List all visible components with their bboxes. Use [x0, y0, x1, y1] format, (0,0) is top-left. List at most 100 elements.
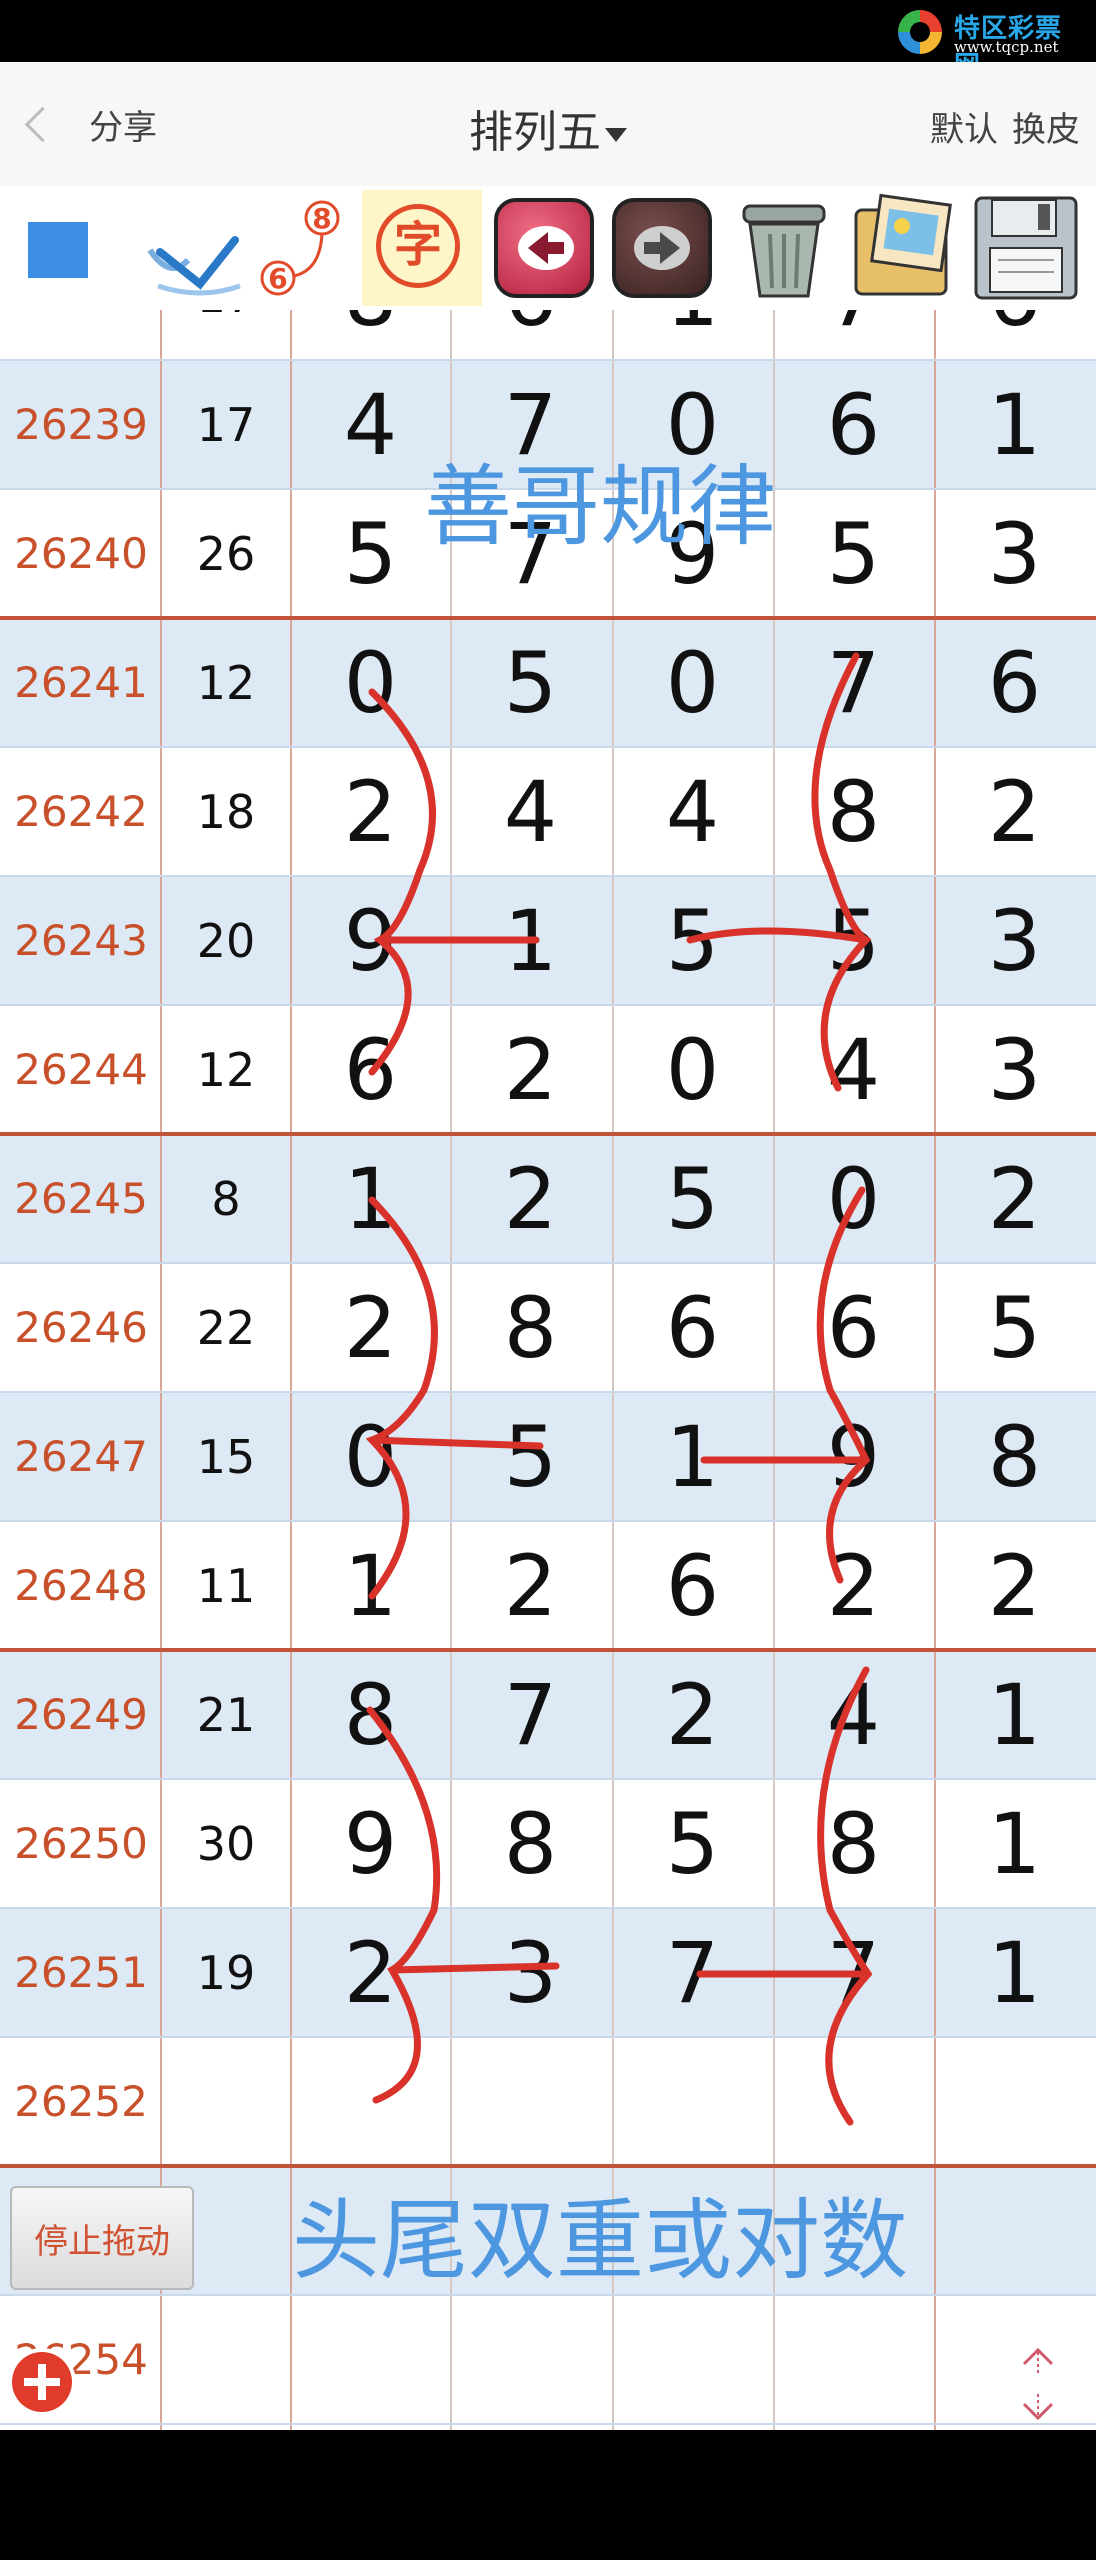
add-icon[interactable]: [12, 2352, 72, 2412]
draw-digit[interactable]: 2: [450, 1005, 611, 1134]
draw-digit[interactable]: 5: [450, 618, 611, 747]
draw-digit[interactable]: 2: [450, 1521, 611, 1650]
draw-digit[interactable]: 5: [450, 1392, 611, 1521]
table-row[interactable]: 26244 12 6 2 0 4 3: [0, 1005, 1096, 1134]
default-button[interactable]: 默认: [930, 110, 998, 150]
pen-icon[interactable]: [140, 190, 250, 306]
draw-digit[interactable]: 2: [290, 1908, 451, 2037]
draw-digit[interactable]: 1: [290, 1521, 451, 1650]
table-row[interactable]: 26254: [0, 2295, 1096, 2424]
draw-digit[interactable]: 2: [934, 1134, 1095, 1263]
draw-digit[interactable]: 4: [290, 360, 451, 489]
draw-digit[interactable]: [290, 2037, 451, 2166]
draw-digit[interactable]: 0: [612, 1005, 773, 1134]
draw-digit[interactable]: 2: [934, 747, 1095, 876]
draw-digit[interactable]: 6: [612, 1263, 773, 1392]
draw-digit[interactable]: [934, 2295, 1095, 2424]
table-row[interactable]: 26249 21 8 7 2 4 1: [0, 1650, 1096, 1779]
draw-digit[interactable]: 1: [934, 1650, 1095, 1779]
draw-digit[interactable]: 2: [773, 1521, 934, 1650]
draw-digit[interactable]: 1: [934, 1908, 1095, 2037]
draw-digit[interactable]: [612, 2037, 773, 2166]
draw-digit[interactable]: 7: [773, 618, 934, 747]
draw-digit[interactable]: 8: [290, 310, 451, 360]
table-row[interactable]: 26243 20 9 1 5 5 3: [0, 876, 1096, 1005]
draw-digit[interactable]: 9: [612, 489, 773, 618]
table-row[interactable]: 26247 15 0 5 1 9 8: [0, 1392, 1096, 1521]
draw-digit[interactable]: 7: [450, 360, 611, 489]
undo-icon[interactable]: [494, 198, 594, 298]
draw-digit[interactable]: 5: [773, 489, 934, 618]
draw-digit[interactable]: 2: [934, 1521, 1095, 1650]
draw-digit[interactable]: 3: [450, 1908, 611, 2037]
draw-digit[interactable]: 5: [290, 489, 451, 618]
draw-digit[interactable]: 8: [450, 1779, 611, 1908]
redo-icon[interactable]: [612, 198, 712, 298]
draw-digit[interactable]: 1: [450, 876, 611, 1005]
draw-digit[interactable]: 1: [290, 1134, 451, 1263]
draw-digit[interactable]: [773, 2295, 934, 2424]
draw-digit[interactable]: 3: [934, 489, 1095, 618]
table-row[interactable]: 26246 22 2 8 6 6 5: [0, 1263, 1096, 1392]
table-row[interactable]: 26240 26 5 7 9 5 3: [0, 489, 1096, 618]
char-icon[interactable]: 字: [362, 190, 482, 306]
draw-digit[interactable]: 8: [934, 1392, 1095, 1521]
number-link-icon[interactable]: 8 6: [250, 190, 350, 306]
draw-digit[interactable]: 4: [612, 747, 773, 876]
draw-digit[interactable]: 5: [934, 1263, 1095, 1392]
draw-digit[interactable]: 3: [934, 1005, 1095, 1134]
draw-digit[interactable]: 7: [450, 489, 611, 618]
draw-digit[interactable]: [934, 2037, 1095, 2166]
draw-digit[interactable]: [290, 2166, 451, 2295]
share-back-button[interactable]: 分享: [24, 92, 157, 156]
draw-digit[interactable]: [450, 2166, 611, 2295]
draw-digit[interactable]: 5: [773, 876, 934, 1005]
draw-digit[interactable]: 0: [773, 1134, 934, 1263]
draw-digit[interactable]: 6: [773, 1263, 934, 1392]
draw-digit[interactable]: 7: [612, 1908, 773, 2037]
draw-digit[interactable]: 1: [612, 1392, 773, 1521]
draw-digit[interactable]: 6: [290, 1005, 451, 1134]
draw-digit[interactable]: 9: [773, 1392, 934, 1521]
draw-digit[interactable]: [773, 2166, 934, 2295]
table-row[interactable]: 26252: [0, 2037, 1096, 2166]
table-row[interactable]: 26248 11 1 2 6 2 2: [0, 1521, 1096, 1650]
draw-digit[interactable]: 7: [450, 1650, 611, 1779]
draw-digit[interactable]: 6: [450, 310, 611, 360]
draw-digit[interactable]: 3: [934, 876, 1095, 1005]
save-icon[interactable]: [968, 190, 1084, 306]
draw-digit[interactable]: 5: [612, 1134, 773, 1263]
draw-digit[interactable]: 0: [290, 1392, 451, 1521]
draw-digit[interactable]: 8: [290, 1650, 451, 1779]
change-skin-button[interactable]: 换皮: [1012, 110, 1080, 150]
draw-digit[interactable]: 2: [450, 1134, 611, 1263]
draw-digit[interactable]: 1: [934, 1779, 1095, 1908]
table-row[interactable]: 26239 17 4 7 0 6 1: [0, 360, 1096, 489]
draw-digit[interactable]: 0: [290, 618, 451, 747]
draw-digit[interactable]: 6: [773, 360, 934, 489]
draw-digit[interactable]: 7: [773, 1908, 934, 2037]
draw-digit[interactable]: [450, 2037, 611, 2166]
draw-digit[interactable]: [612, 2166, 773, 2295]
draw-digit[interactable]: [934, 2166, 1095, 2295]
draw-digit[interactable]: 8: [450, 1263, 611, 1392]
table-row[interactable]: 26241 12 0 5 0 7 6: [0, 618, 1096, 747]
draw-digit[interactable]: 8: [773, 1779, 934, 1908]
draw-digit[interactable]: 9: [290, 876, 451, 1005]
draw-digit[interactable]: [612, 2295, 773, 2424]
caret-down-icon[interactable]: [605, 128, 627, 142]
draw-digit[interactable]: 0: [612, 618, 773, 747]
photo-icon[interactable]: [846, 190, 962, 306]
scroll-arrows-icon[interactable]: [1016, 2344, 1060, 2424]
draw-digit[interactable]: 7: [773, 310, 934, 360]
table-row[interactable]: 26251 19 2 3 7 7 1: [0, 1908, 1096, 2037]
draw-digit[interactable]: [773, 2037, 934, 2166]
table-row[interactable]: 26245 8 1 2 5 0 2: [0, 1134, 1096, 1263]
draw-digit[interactable]: 6: [934, 618, 1095, 747]
draw-digit[interactable]: 0: [612, 360, 773, 489]
draw-digit[interactable]: 2: [290, 1263, 451, 1392]
draw-digit[interactable]: 5: [612, 1779, 773, 1908]
draw-digit[interactable]: 5: [612, 876, 773, 1005]
draw-digit[interactable]: 9: [290, 1779, 451, 1908]
draw-digit[interactable]: 4: [450, 747, 611, 876]
